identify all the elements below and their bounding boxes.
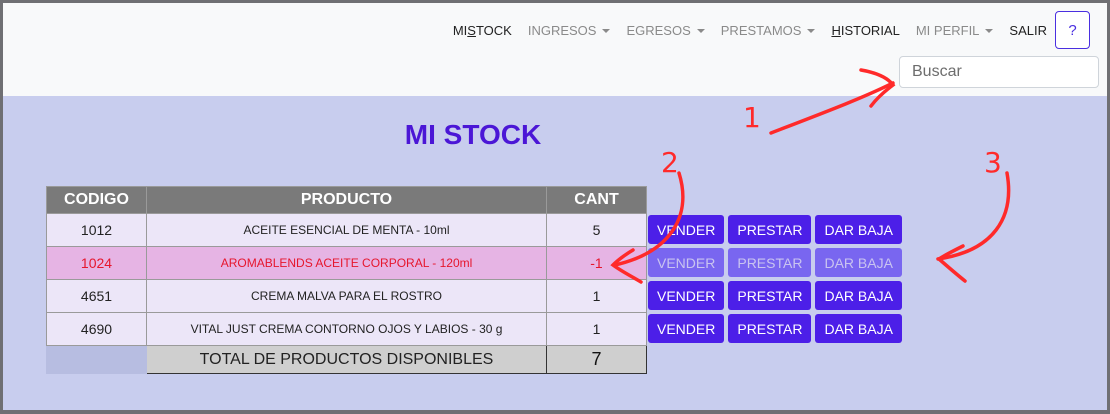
arrow-2 xyxy=(613,171,685,267)
annotation-1: 1 xyxy=(743,101,761,134)
arrow-3-head xyxy=(936,244,967,283)
annotation-arrows xyxy=(610,68,1011,284)
app-window: MI S TOCK INGRESOS EGRESOS PRESTAMOS H ISTORIA… xyxy=(3,3,1107,410)
annotation-3: 3 xyxy=(984,146,1002,179)
annotation-2: 2 xyxy=(661,146,679,179)
arrow-2-head xyxy=(610,248,643,284)
arrow-3 xyxy=(936,171,1011,261)
arrow-1-head xyxy=(859,68,896,108)
arrow-1 xyxy=(769,81,895,135)
